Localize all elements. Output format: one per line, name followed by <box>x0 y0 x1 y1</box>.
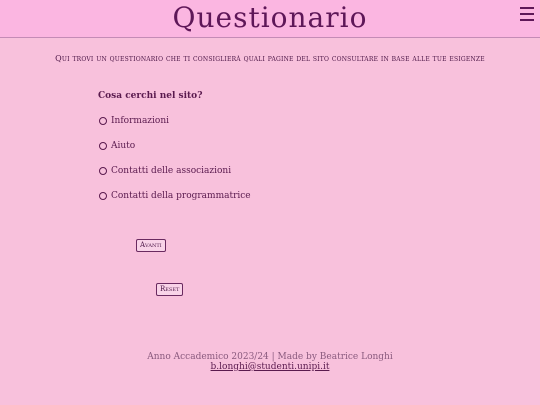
option-contatti-programmatrice[interactable]: Contatti della programmatrice <box>99 191 251 201</box>
radio-aiuto[interactable] <box>99 142 107 150</box>
option-aiuto[interactable]: Aiuto <box>99 141 135 151</box>
page-header: Questionario <box>0 0 540 38</box>
question-label: Cosa cerchi nel sito? <box>98 91 203 101</box>
hamburger-menu-icon[interactable] <box>520 7 534 21</box>
option-label: Aiuto <box>111 141 136 151</box>
option-label: Contatti delle associazioni <box>111 166 232 176</box>
option-contatti-associazioni[interactable]: Contatti delle associazioni <box>99 166 231 176</box>
radio-contatti-associazioni[interactable] <box>99 167 107 175</box>
next-button[interactable]: Avanti <box>136 239 166 252</box>
option-informazioni[interactable]: Informazioni <box>99 116 169 126</box>
intro-text: Qui trovi un questionario che ti consigl… <box>55 54 485 63</box>
radio-contatti-programmatrice[interactable] <box>99 192 107 200</box>
email-link[interactable]: b.longhi@studenti.unipi.it <box>0 362 540 372</box>
page-footer: Anno Accademico 2023/24 | Made by Beatri… <box>0 352 540 372</box>
page-title: Questionario <box>172 1 368 34</box>
option-label: Contatti della programmatrice <box>111 191 251 201</box>
footer-text: Anno Accademico 2023/24 | Made by Beatri… <box>147 352 393 362</box>
radio-informazioni[interactable] <box>99 117 107 125</box>
reset-button[interactable]: Reset <box>156 283 184 296</box>
option-label: Informazioni <box>111 116 170 126</box>
